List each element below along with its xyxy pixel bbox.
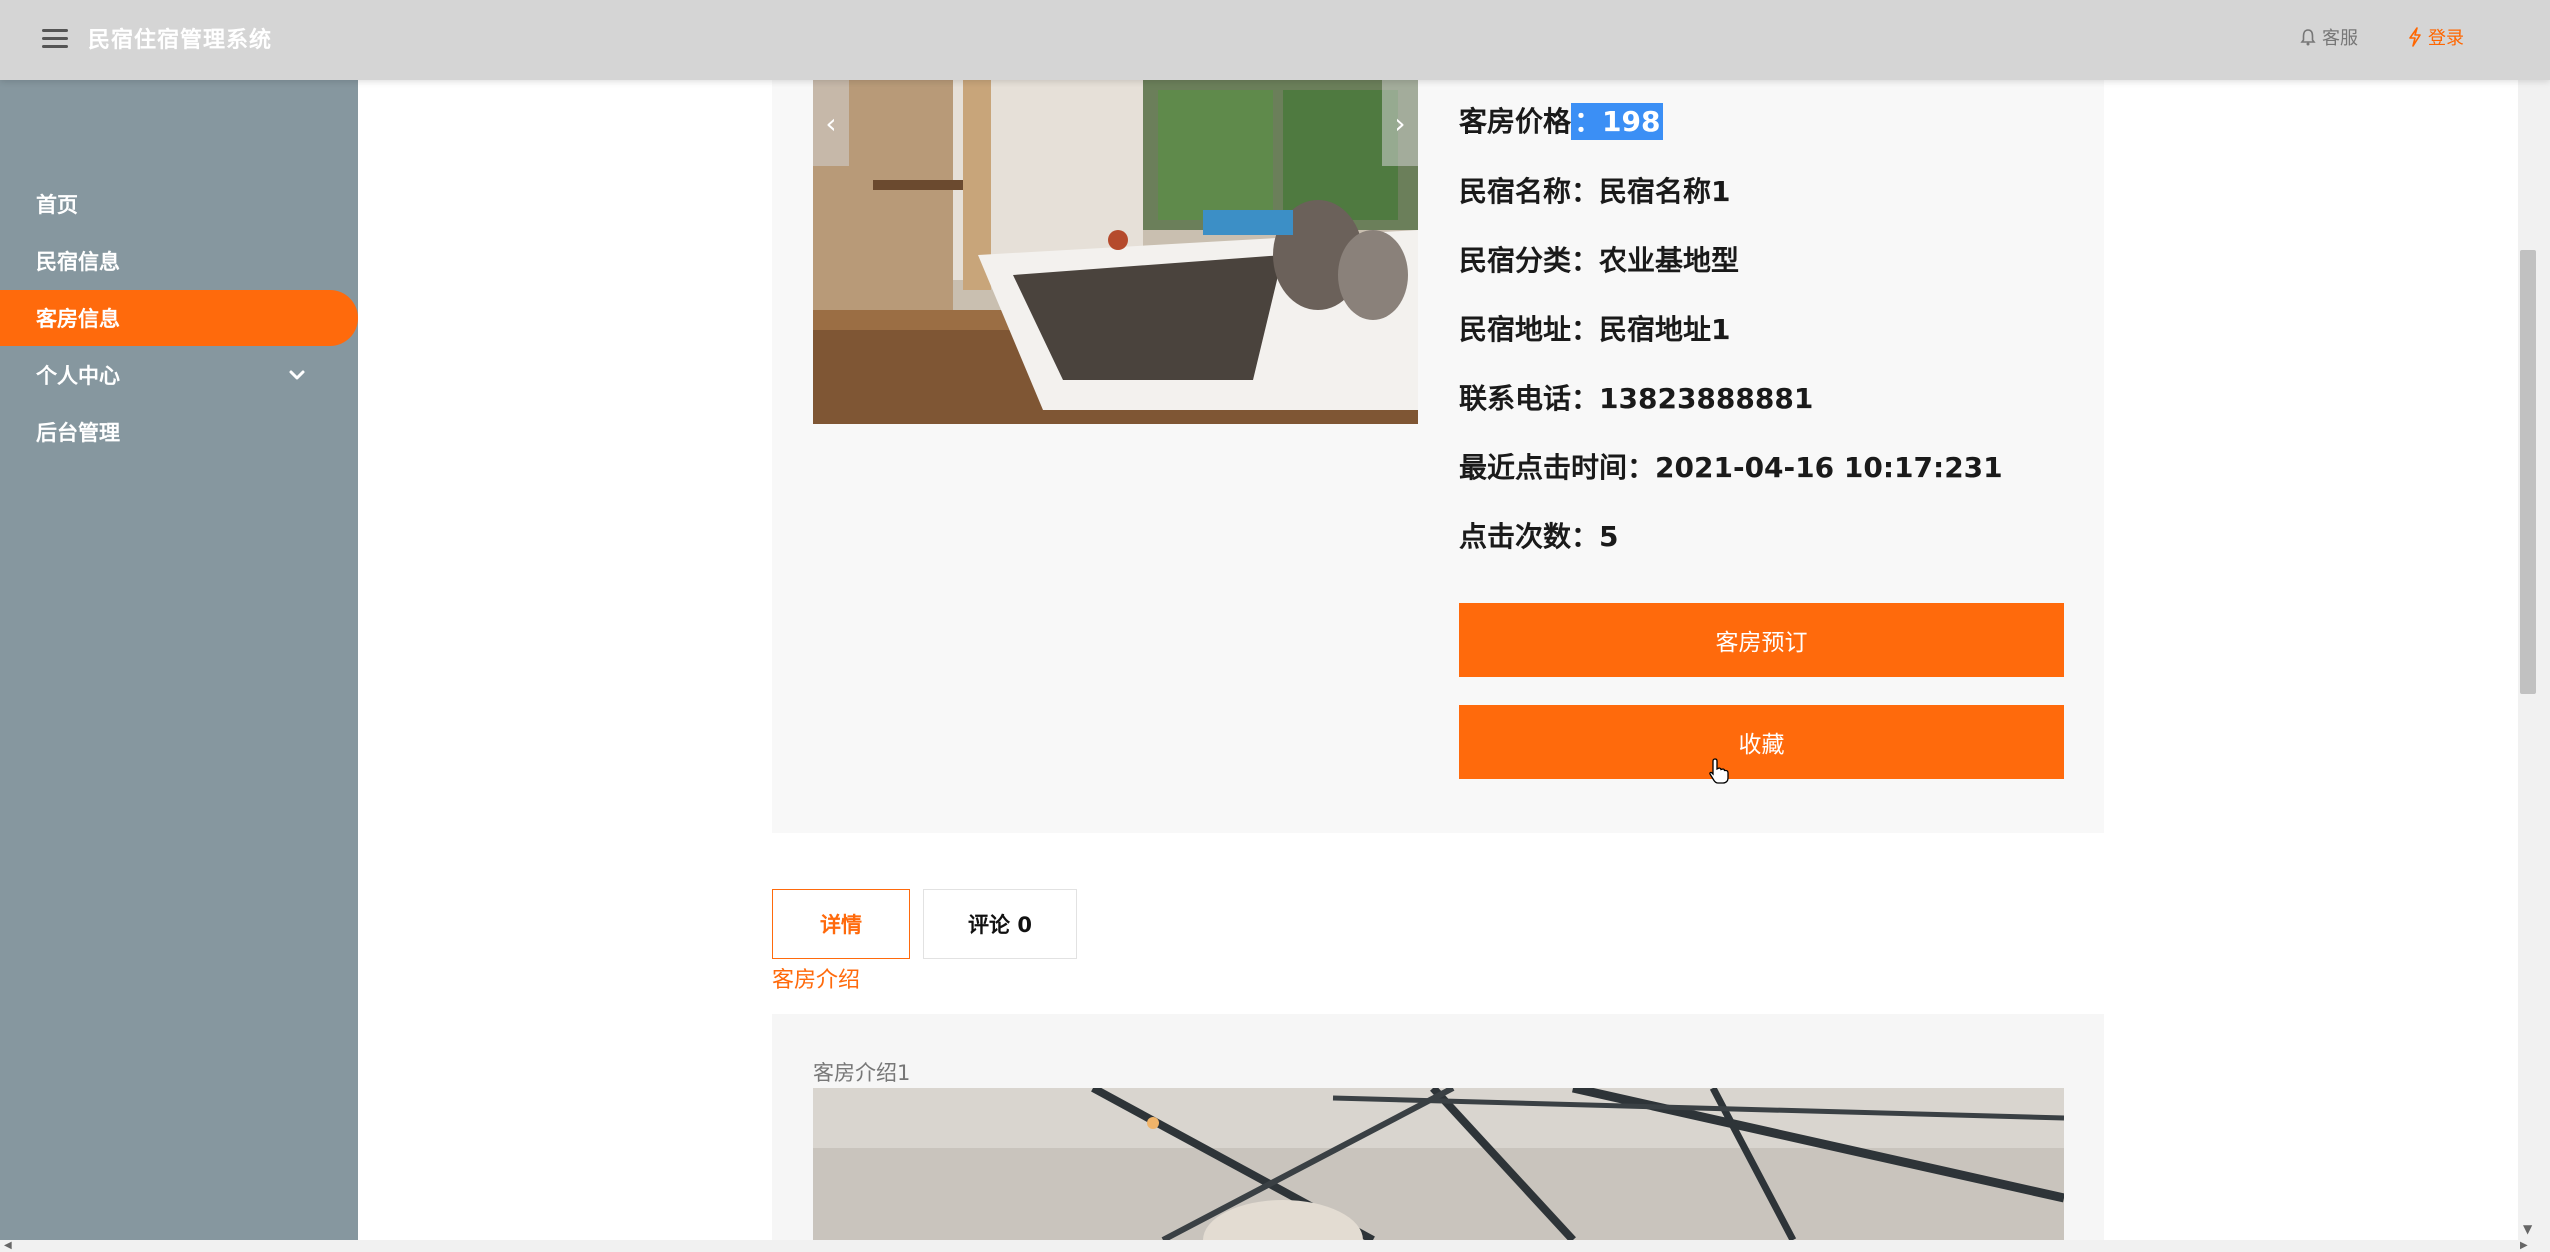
tab-detail[interactable]: 详情 xyxy=(772,889,910,959)
homestay-address: 民宿地址：民宿地址1 xyxy=(1459,308,1731,348)
homestay-category-label: 民宿分类： xyxy=(1459,244,1600,277)
scroll-right-arrow-icon[interactable]: ▶ xyxy=(2520,1240,2528,1251)
last-click-time: 最近点击时间：2021-04-16 10:17:231 xyxy=(1459,446,2003,486)
sidebar-item-homestay-info[interactable]: 民宿信息 xyxy=(0,233,358,289)
lightning-icon xyxy=(2409,27,2421,47)
hand-cursor-icon xyxy=(1709,758,1729,784)
login-label: 登录 xyxy=(2428,28,2464,49)
room-photo xyxy=(813,80,1418,424)
room-intro-photo xyxy=(813,1088,2064,1240)
room-price-label: 客房价格 xyxy=(1459,105,1572,138)
sidebar-item-label: 民宿信息 xyxy=(36,250,120,274)
scroll-down-arrow-icon[interactable]: ▼ xyxy=(2523,1222,2532,1236)
photo-prev-arrow[interactable]: ‹ xyxy=(813,80,849,166)
app-title: 民宿住宿管理系统 xyxy=(88,28,273,53)
sidebar: 首页 民宿信息 客房信息 个人中心 后台管理 xyxy=(0,80,358,1252)
click-count: 点击次数：5 xyxy=(1459,515,1619,555)
click-count-value: 5 xyxy=(1599,520,1619,553)
login-link[interactable]: 登录 xyxy=(2408,24,2464,50)
hamburger-icon[interactable] xyxy=(38,24,74,56)
homestay-category-value: 农业基地型 xyxy=(1599,244,1740,277)
homestay-category: 民宿分类：农业基地型 xyxy=(1459,239,1739,279)
homestay-name-value: 民宿名称1 xyxy=(1599,175,1731,208)
last-click-time-value: 2021-04-16 10:17:231 xyxy=(1655,451,2003,484)
contact-phone-value: 13823888881 xyxy=(1599,382,1814,415)
homestay-name: 民宿名称：民宿名称1 xyxy=(1459,170,1731,210)
room-price-highlight: ：198 xyxy=(1571,103,1664,140)
homestay-address-value: 民宿地址1 xyxy=(1599,313,1731,346)
customer-service-link[interactable]: 客服 xyxy=(2300,24,2358,50)
sidebar-item-home[interactable]: 首页 xyxy=(0,176,358,232)
photo-next-arrow[interactable]: › xyxy=(1382,80,1418,166)
sidebar-item-label: 客房信息 xyxy=(36,307,120,331)
homestay-name-label: 民宿名称： xyxy=(1459,175,1600,208)
contact-phone: 联系电话：13823888881 xyxy=(1459,377,1813,417)
customer-service-label: 客服 xyxy=(2322,28,2358,49)
sidebar-item-label: 后台管理 xyxy=(36,421,120,445)
contact-phone-label: 联系电话： xyxy=(1459,382,1600,415)
sidebar-item-label: 首页 xyxy=(36,193,78,217)
tab-comments[interactable]: 评论 0 xyxy=(923,889,1077,959)
favorite-button[interactable]: 收藏 xyxy=(1459,705,2064,779)
chevron-down-icon[interactable] xyxy=(285,363,309,387)
chevron-left-icon: ‹ xyxy=(825,106,837,140)
last-click-time-label: 最近点击时间： xyxy=(1459,451,1656,484)
homestay-address-label: 民宿地址： xyxy=(1459,313,1600,346)
vertical-scroll-thumb[interactable] xyxy=(2520,250,2536,694)
sidebar-item-personal-center[interactable]: 个人中心 xyxy=(0,347,358,403)
sidebar-item-admin[interactable]: 后台管理 xyxy=(0,404,358,460)
chevron-right-icon: › xyxy=(1394,106,1406,140)
sidebar-item-room-info[interactable]: 客房信息 xyxy=(0,290,358,346)
bell-icon xyxy=(2300,29,2316,46)
book-room-button[interactable]: 客房预订 xyxy=(1459,603,2064,677)
room-price: 客房价格 ：198 xyxy=(1459,100,1664,140)
horizontal-scrollbar[interactable] xyxy=(0,1240,2550,1252)
scroll-left-arrow-icon[interactable]: ◀ xyxy=(4,1240,12,1251)
click-count-label: 点击次数： xyxy=(1459,520,1600,553)
room-price-value: 198 xyxy=(1602,105,1661,138)
room-intro-heading: 客房介绍 xyxy=(772,968,861,993)
room-intro-text: 客房介绍1 xyxy=(813,1061,911,1085)
room-price-colon: ： xyxy=(1574,105,1603,138)
sidebar-item-label: 个人中心 xyxy=(36,364,120,388)
top-bar: 民宿住宿管理系统 客服 登录 xyxy=(0,0,2550,80)
